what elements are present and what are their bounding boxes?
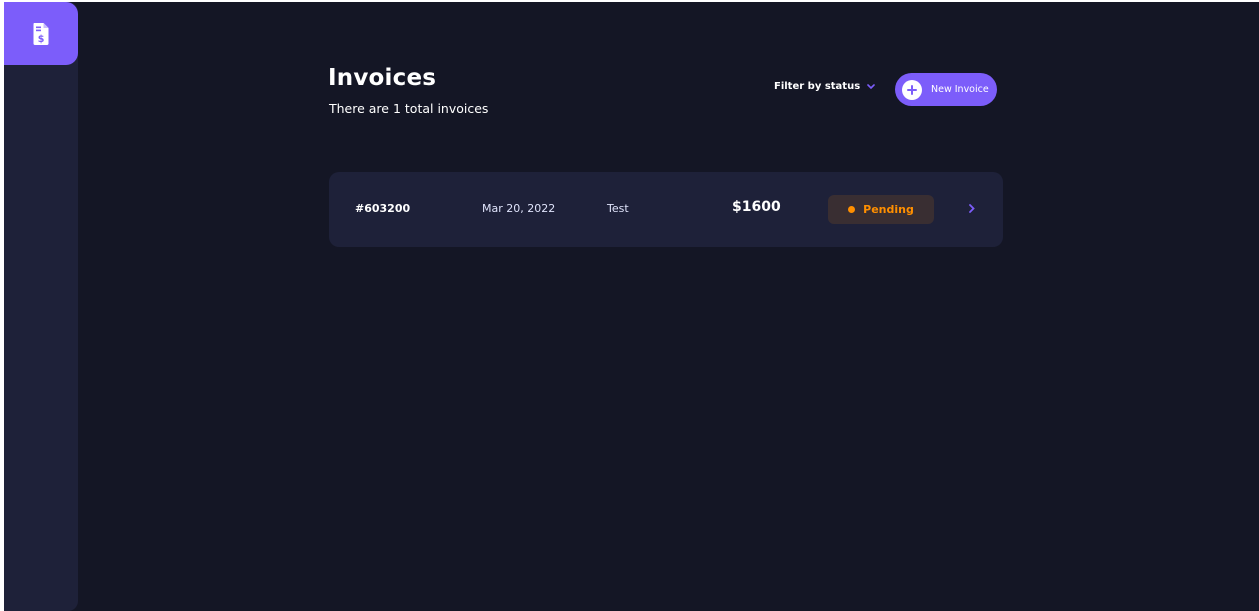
status-dot (848, 206, 856, 213)
sidebar: $ (4, 2, 78, 611)
status-label: Pending (863, 203, 914, 216)
invoice-count: There are 1 total invoices (329, 101, 489, 116)
invoice-id: #603200 (355, 202, 411, 215)
app-window: $ Invoices There are 1 total invoices Fi… (4, 2, 1259, 611)
invoice-amount: $1600 (732, 199, 781, 215)
filter-label: Filter by status (774, 81, 861, 92)
main-content: Invoices There are 1 total invoices Filt… (328, 2, 1003, 611)
chevron-right-icon[interactable] (969, 204, 975, 213)
filter-by-status-dropdown[interactable]: Filter by status (774, 81, 875, 92)
svg-text:$: $ (38, 34, 45, 45)
status-badge: Pending (828, 195, 934, 224)
page-title: Invoices (328, 65, 437, 91)
new-invoice-label: New Invoice (931, 84, 989, 95)
invoice-row[interactable]: #603200 Mar 20, 2022 Test $1600 Pending (329, 172, 1003, 247)
plus-icon (902, 79, 922, 100)
new-invoice-button[interactable]: New Invoice (895, 73, 997, 106)
invoice-dollar-icon: $ (33, 22, 49, 45)
app-logo[interactable]: $ (4, 2, 78, 65)
invoice-due-date: Mar 20, 2022 (482, 202, 556, 215)
invoice-client-name: Test (607, 202, 629, 215)
chevron-down-icon (867, 83, 875, 89)
